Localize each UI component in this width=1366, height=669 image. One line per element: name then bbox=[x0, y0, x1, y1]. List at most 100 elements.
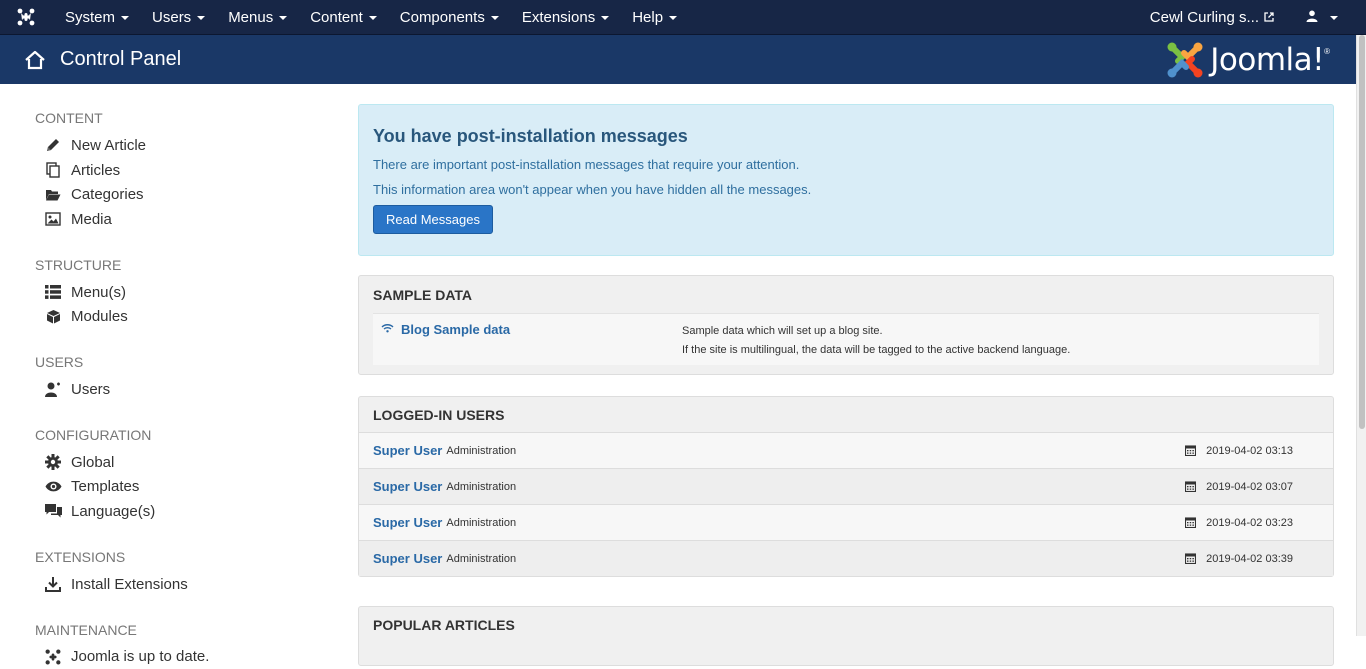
copy-icon bbox=[44, 162, 62, 178]
sidebar-item-templates[interactable]: Templates bbox=[35, 475, 335, 500]
sidebar-item-label: Users bbox=[71, 380, 111, 398]
sidebar-item-users[interactable]: Users bbox=[35, 377, 335, 402]
calendar-icon bbox=[1185, 445, 1197, 456]
sidebar-item-new-article[interactable]: New Article bbox=[35, 133, 335, 158]
user-name-link[interactable]: Super User bbox=[373, 515, 442, 530]
navbar-right: Cewl Curling s... bbox=[1138, 0, 1366, 35]
sidebar-item-label: Install Extensions bbox=[71, 575, 188, 593]
menu-label: Help bbox=[632, 8, 664, 26]
sidebar-item-articles[interactable]: Articles bbox=[35, 158, 335, 183]
joomla-logo-icon bbox=[1167, 42, 1203, 77]
caret-down-icon bbox=[601, 15, 610, 20]
sidebar-item-categories[interactable]: Categories bbox=[35, 182, 335, 207]
page-scrollbar[interactable] bbox=[1356, 35, 1366, 636]
sidebar-heading: EXTENSIONS bbox=[35, 548, 126, 565]
sidebar-item-global[interactable]: Global bbox=[35, 450, 335, 475]
joomla-icon[interactable] bbox=[0, 0, 52, 35]
menu-label: System bbox=[65, 8, 116, 26]
user-name-link[interactable]: Super User bbox=[373, 479, 442, 494]
cog-icon bbox=[44, 454, 62, 471]
alert-text: This information area won't appear when … bbox=[373, 182, 812, 197]
image-icon bbox=[44, 211, 62, 227]
sidebar-section-extensions: EXTENSIONS Install Extensions bbox=[35, 550, 335, 597]
sidebar-item-label: Menu(s) bbox=[71, 283, 127, 301]
sample-data-desc-line: If the site is multilingual, the data wi… bbox=[682, 344, 1071, 356]
registered-mark: ® bbox=[1324, 46, 1330, 56]
menu-content[interactable]: Content bbox=[297, 0, 387, 35]
user-icon bbox=[44, 381, 62, 397]
user-client: Administration bbox=[446, 516, 517, 529]
sidebar-item-label: Media bbox=[71, 210, 112, 228]
wifi-icon bbox=[381, 323, 394, 333]
sidebar-section-users: USERS Users bbox=[35, 355, 335, 402]
sidebar-item-menus[interactable]: Menu(s) bbox=[35, 280, 335, 305]
sidebar-item-label: Modules bbox=[71, 308, 128, 326]
sidebar-section-content: CONTENT New Article Articles Categories … bbox=[35, 111, 335, 232]
read-messages-button[interactable]: Read Messages bbox=[373, 205, 493, 234]
table-row: Super User Administration 2019-04-02 03:… bbox=[359, 432, 1333, 468]
calendar-icon bbox=[1185, 517, 1197, 528]
user-icon bbox=[1306, 10, 1318, 25]
sample-data-row: Blog Sample data Sample data which will … bbox=[373, 313, 1319, 365]
list-icon bbox=[44, 284, 62, 300]
user-date-text: 2019-04-02 03:13 bbox=[1206, 444, 1293, 457]
sidebar-heading: CONFIGURATION bbox=[35, 426, 152, 443]
user-name-link[interactable]: Super User bbox=[373, 551, 442, 566]
scrollbar-thumb[interactable] bbox=[1359, 35, 1365, 429]
main-content: You have post-installation messages Ther… bbox=[358, 104, 1334, 666]
user-date: 2019-04-02 03:23 bbox=[1185, 517, 1319, 529]
sidebar-item-install-extensions[interactable]: Install Extensions bbox=[35, 572, 335, 597]
cube-icon bbox=[44, 309, 62, 325]
panel-heading: LOGGED-IN USERS bbox=[373, 406, 505, 423]
site-link[interactable]: Cewl Curling s... bbox=[1138, 9, 1286, 26]
caret-down-icon bbox=[279, 15, 288, 20]
user-date: 2019-04-02 03:07 bbox=[1185, 481, 1319, 493]
user-menu-button[interactable] bbox=[1286, 10, 1366, 25]
menu-extensions[interactable]: Extensions bbox=[509, 0, 619, 35]
menu-help[interactable]: Help bbox=[619, 0, 687, 35]
user-name-link[interactable]: Super User bbox=[373, 443, 442, 458]
sample-data-panel: SAMPLE DATA Blog Sample data Sample data… bbox=[358, 275, 1334, 375]
caret-down-icon bbox=[121, 15, 130, 20]
sidebar-item-label: Language(s) bbox=[71, 503, 156, 521]
sidebar-heading: USERS bbox=[35, 354, 84, 371]
menu-label: Components bbox=[399, 8, 485, 26]
joomla-wordmark: Joomla! bbox=[1210, 41, 1325, 78]
table-row: Super User Administration 2019-04-02 03:… bbox=[359, 540, 1333, 576]
sidebar-heading: STRUCTURE bbox=[35, 256, 122, 273]
panel-heading: SAMPLE DATA bbox=[373, 286, 473, 303]
user-date: 2019-04-02 03:13 bbox=[1185, 445, 1319, 457]
sidebar: CONTENT New Article Articles Categories … bbox=[35, 84, 335, 669]
joomla-icon bbox=[44, 649, 62, 665]
sidebar-item-languages[interactable]: Language(s) bbox=[35, 499, 335, 524]
menu-users[interactable]: Users bbox=[139, 0, 215, 35]
menu-label: Users bbox=[152, 8, 192, 26]
top-navbar: System Users Menus Content Components Ex… bbox=[0, 0, 1366, 35]
alert-text: There are important post-installation me… bbox=[373, 157, 800, 172]
sidebar-heading: CONTENT bbox=[35, 110, 103, 126]
sidebar-item-media[interactable]: Media bbox=[35, 207, 335, 232]
sidebar-heading: MAINTENANCE bbox=[35, 621, 137, 638]
main-menu: System Users Menus Content Components Ex… bbox=[52, 0, 687, 35]
table-row: Super User Administration 2019-04-02 03:… bbox=[359, 468, 1333, 504]
calendar-icon bbox=[1185, 481, 1197, 492]
user-client: Administration bbox=[446, 552, 517, 565]
download-icon bbox=[44, 576, 62, 592]
table-row: Super User Administration 2019-04-02 03:… bbox=[359, 504, 1333, 540]
user-date-text: 2019-04-02 03:23 bbox=[1206, 516, 1293, 529]
blog-sample-data-link[interactable]: Blog Sample data bbox=[401, 322, 510, 337]
menu-menus[interactable]: Menus bbox=[215, 0, 297, 35]
sidebar-item-modules[interactable]: Modules bbox=[35, 304, 335, 329]
user-date: 2019-04-02 03:39 bbox=[1185, 553, 1319, 565]
menu-label: Extensions bbox=[521, 8, 596, 26]
sidebar-item-joomla-update[interactable]: Joomla is up to date. bbox=[35, 645, 335, 669]
alert-title: You have post-installation messages bbox=[373, 126, 688, 146]
menu-system[interactable]: System bbox=[52, 0, 139, 35]
caret-down-icon bbox=[368, 15, 377, 20]
caret-down-icon bbox=[669, 15, 678, 20]
menu-components[interactable]: Components bbox=[387, 0, 509, 35]
user-client: Administration bbox=[446, 480, 517, 493]
popular-articles-panel: POPULAR ARTICLES bbox=[358, 606, 1334, 666]
logged-in-users-panel: LOGGED-IN USERS Super User Administratio… bbox=[358, 396, 1334, 577]
sidebar-item-label: New Article bbox=[71, 136, 147, 154]
